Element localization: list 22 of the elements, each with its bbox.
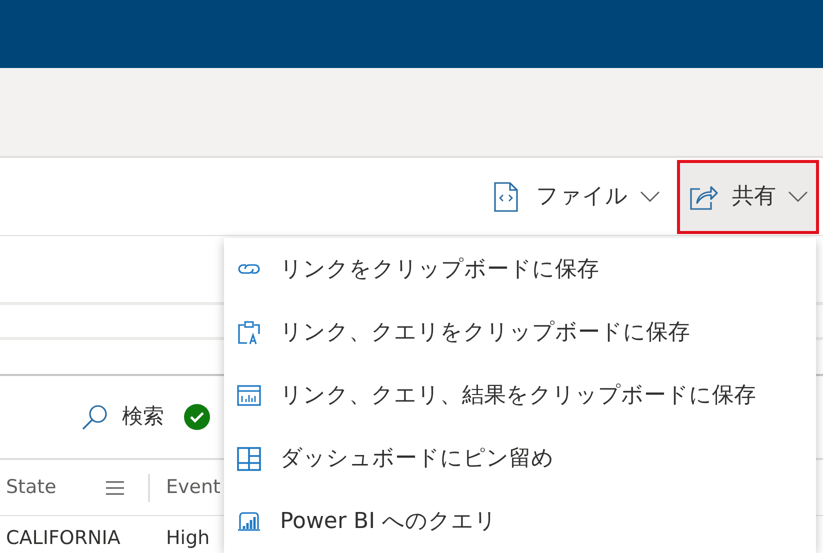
clipboard-icon [236, 320, 262, 346]
share-icon [690, 184, 718, 210]
file-button[interactable]: ファイル [481, 160, 671, 234]
share-button[interactable]: 共有 [677, 160, 819, 234]
menu-item[interactable]: リンク、クエリ、結果をクリップボードに保存 [224, 364, 816, 427]
table-cell-text: CALIFORNIA [5, 526, 122, 551]
menu-item[interactable]: Power BI へのクエリ [224, 490, 816, 553]
search-button[interactable]: 検索 [76, 400, 170, 434]
menu-item[interactable]: ダッシュボードにピン留め [224, 427, 816, 490]
menu-item[interactable]: リンクをクリップボードに保存 [224, 238, 816, 301]
dashboard-icon [236, 446, 262, 472]
search-icon [82, 404, 108, 430]
chevron-icon [640, 190, 660, 202]
table-chart-icon [236, 382, 262, 408]
table-cell-text: High [165, 526, 210, 551]
menu-item[interactable]: リンク、クエリをクリップボードに保存 [224, 301, 816, 364]
code-file-icon [494, 182, 518, 212]
column-header[interactable]: State [6, 473, 56, 502]
menu-icon[interactable] [106, 480, 124, 494]
chevron-icon [788, 190, 808, 202]
column-header[interactable]: Event [166, 473, 220, 502]
check-icon [184, 404, 210, 430]
